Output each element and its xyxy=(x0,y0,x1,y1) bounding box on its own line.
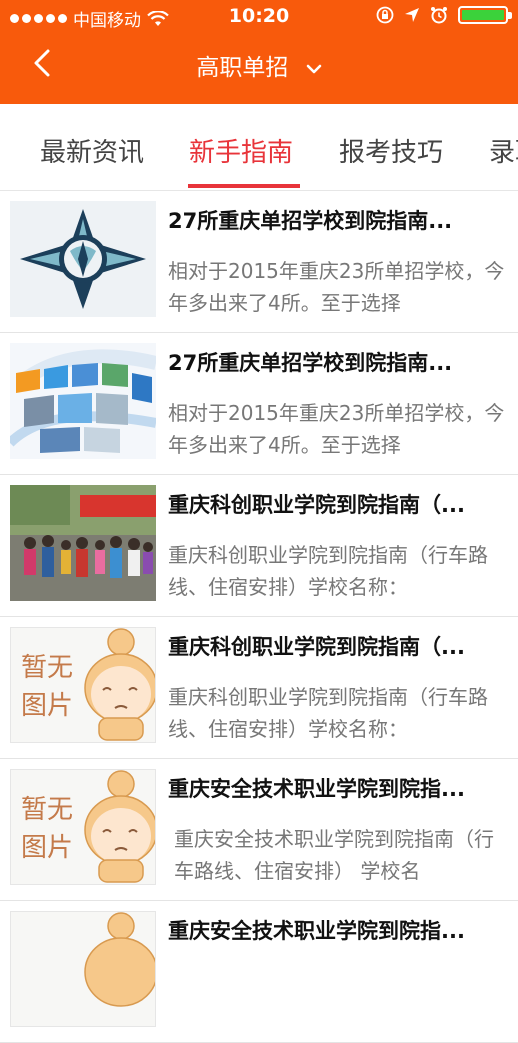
article-title: 27所重庆单招学校到院指南... xyxy=(168,351,453,375)
tab-admission[interactable]: 录取 xyxy=(489,132,518,169)
nav-bar: 高职单招 xyxy=(0,32,518,104)
article-thumbnail xyxy=(10,201,156,317)
no-image-placeholder xyxy=(10,911,156,1027)
article-list: 27所重庆单招学校到院指南... 相对于2015年重庆23所单招学校，今年多出来… xyxy=(0,191,518,1043)
compass-logo-icon xyxy=(20,209,146,309)
location-icon xyxy=(405,8,419,22)
alarm-icon xyxy=(431,7,447,24)
list-item[interactable]: 暂无 图片 重庆安全技术职业学院到院指... 重庆安全技术职业学院到院指南（行车… xyxy=(0,759,518,901)
placeholder-text-line2: 图片 xyxy=(21,832,73,862)
tab-latest-news[interactable]: 最新资讯 xyxy=(40,132,144,169)
article-summary: 相对于2015年重庆23所单招学校，今年多出来了4所。至于选择 xyxy=(168,401,505,457)
rotation-lock-icon xyxy=(376,6,394,24)
no-image-placeholder: 暂无 图片 xyxy=(10,627,156,743)
crying-girl-icon: 暂无 图片 xyxy=(21,628,155,741)
chevron-down-icon xyxy=(306,64,321,73)
category-tabs: 最新资讯 新手指南 报考技巧 录取 xyxy=(0,104,518,191)
placeholder-text-line1: 暂无 xyxy=(21,652,73,682)
tab-application-tips[interactable]: 报考技巧 xyxy=(339,132,443,169)
tab-beginner-guide[interactable]: 新手指南 xyxy=(189,132,293,169)
article-title: 重庆科创职业学院到院指南（... xyxy=(168,635,465,659)
placeholder-text-line1: 暂无 xyxy=(21,794,73,824)
article-summary: 重庆科创职业学院到院指南（行车路线、住宿安排）学校名称： xyxy=(168,685,488,741)
article-title: 重庆安全技术职业学院到院指... xyxy=(168,777,465,801)
article-title: 重庆科创职业学院到院指南（... xyxy=(168,493,465,517)
crowd-photo-image xyxy=(10,485,156,601)
category-dropdown[interactable]: 高职单招 xyxy=(0,48,518,82)
article-title: 27所重庆单招学校到院指南... xyxy=(168,209,453,233)
list-item[interactable]: 重庆科创职业学院到院指南（... 重庆科创职业学院到院指南（行车路线、住宿安排）… xyxy=(0,475,518,617)
placeholder-text-line2: 图片 xyxy=(21,690,73,720)
article-thumbnail xyxy=(10,343,156,459)
list-item[interactable]: 27所重庆单招学校到院指南... 相对于2015年重庆23所单招学校，今年多出来… xyxy=(0,333,518,475)
crying-girl-icon xyxy=(84,912,155,1007)
battery-icon xyxy=(458,6,512,24)
list-item[interactable]: 暂无 图片 重庆科创职业学院到院指南（... 重庆科创职业学院到院指南（行车路线… xyxy=(0,617,518,759)
article-summary: 重庆安全技术职业学院到院指南（行车路线、住宿安排） 学校名 xyxy=(174,827,494,883)
list-item[interactable]: 重庆安全技术职业学院到院指... xyxy=(0,901,518,1043)
active-tab-indicator xyxy=(188,184,300,188)
status-bar: 中国移动 10:20 xyxy=(0,0,518,32)
photo-collage-image xyxy=(10,349,156,453)
article-summary: 重庆科创职业学院到院指南（行车路线、住宿安排）学校名称： xyxy=(168,543,488,599)
page-title: 高职单招 xyxy=(196,55,289,81)
no-image-placeholder: 暂无 图片 xyxy=(10,769,156,885)
article-summary: 相对于2015年重庆23所单招学校，今年多出来了4所。至于选择 xyxy=(168,259,505,315)
list-item[interactable]: 27所重庆单招学校到院指南... 相对于2015年重庆23所单招学校，今年多出来… xyxy=(0,191,518,333)
crying-girl-icon: 暂无 图片 xyxy=(21,770,155,883)
article-thumbnail xyxy=(10,485,156,601)
